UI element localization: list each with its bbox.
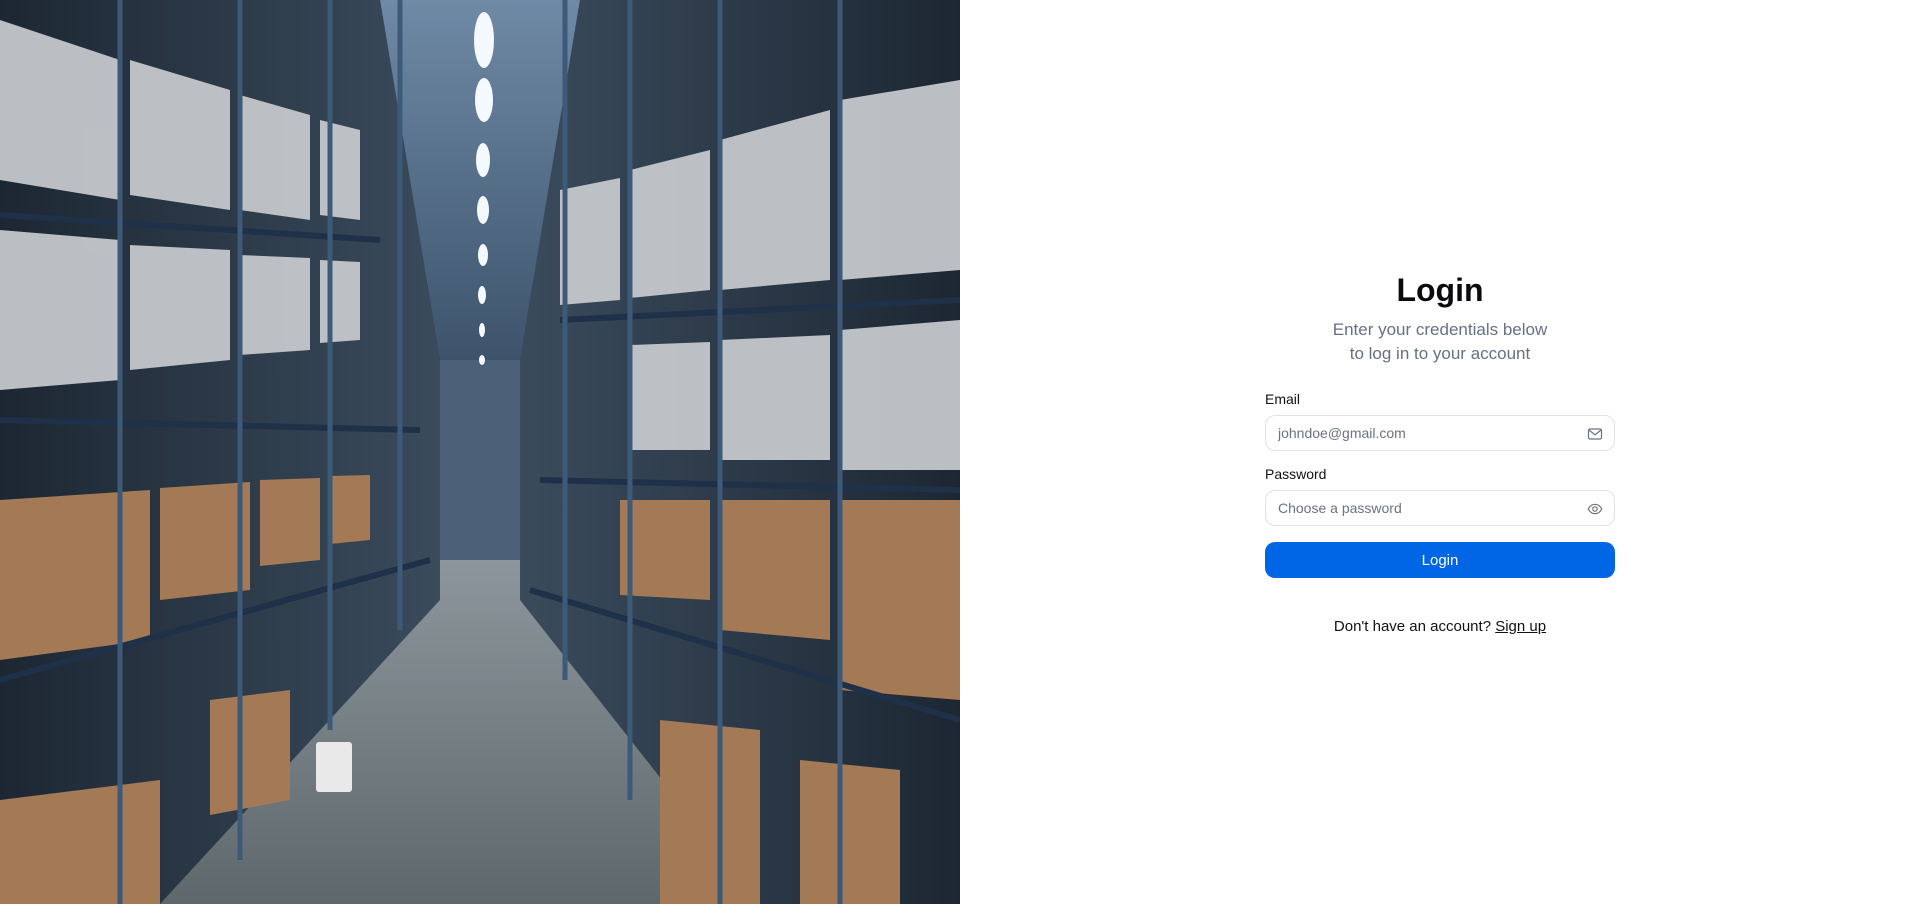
eye-icon[interactable] <box>1587 501 1603 517</box>
password-label: Password <box>1265 466 1327 482</box>
signup-prompt-text: Don't have an account? <box>1333 618 1492 635</box>
subtitle-line-1: Enter your credentials below <box>1332 320 1548 339</box>
subtitle-line-2: to log in to your account <box>1349 344 1531 363</box>
email-input-wrapper <box>1265 415 1615 451</box>
login-panel: Login Enter your credentials below to lo… <box>960 0 1907 904</box>
password-field[interactable] <box>1266 491 1614 525</box>
warehouse-aisle-image <box>0 0 960 904</box>
mail-icon <box>1587 428 1603 440</box>
login-form: Login Enter your credentials below to lo… <box>1265 268 1615 635</box>
hero-image <box>0 0 960 904</box>
signup-prompt: Don't have an account? Sign up <box>1265 618 1615 635</box>
page-title: Login <box>1396 272 1484 308</box>
email-label: Email <box>1265 391 1301 407</box>
password-input-wrapper <box>1265 490 1615 526</box>
login-button[interactable]: Login <box>1265 542 1615 578</box>
login-subtitle: Enter your credentials below to log in t… <box>1265 318 1615 366</box>
login-page: Login Enter your credentials below to lo… <box>0 0 1907 904</box>
email-field[interactable] <box>1266 416 1614 450</box>
signup-link[interactable]: Sign up <box>1495 618 1546 635</box>
